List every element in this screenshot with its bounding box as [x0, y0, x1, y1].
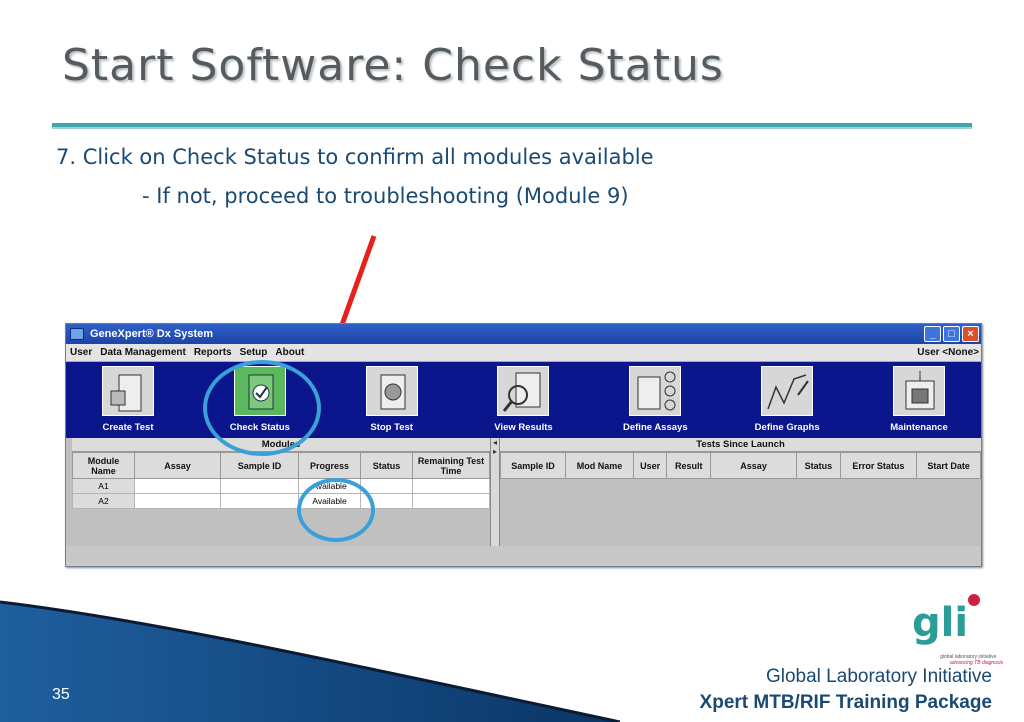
assay-cell	[134, 493, 221, 509]
define-assays-label: Define Assays	[623, 422, 688, 433]
sample-id-cell	[220, 493, 299, 509]
maintenance-icon	[892, 366, 945, 416]
available-highlight	[297, 478, 375, 542]
menu-bar: User Data Management Reports Setup About…	[66, 344, 981, 362]
create-test-button[interactable]: Create Test	[72, 366, 184, 438]
col-module-name[interactable]: Module Name	[72, 452, 135, 479]
define-graphs-label: Define Graphs	[754, 422, 820, 433]
define-graphs-button[interactable]: Define Graphs	[731, 366, 843, 438]
view-results-icon	[497, 366, 550, 416]
modules-pane: Modules Module Name Assay Sample ID Prog…	[72, 438, 490, 546]
col-assay[interactable]: Assay	[710, 452, 798, 479]
package-name: Xpert MTB/RIF Training Package	[699, 692, 992, 713]
organization-name: Global Laboratory Initiative	[765, 666, 992, 687]
instruction-note: - If not, proceed to troubleshooting (Mo…	[142, 184, 629, 208]
menu-about[interactable]: About	[275, 347, 304, 358]
col-assay[interactable]: Assay	[134, 452, 221, 479]
tests-table: Sample ID Mod Name User Result Assay Sta…	[499, 452, 981, 479]
minimize-icon[interactable]: _	[924, 326, 941, 342]
view-results-label: View Results	[494, 422, 553, 433]
close-icon[interactable]: ×	[962, 326, 979, 342]
col-user[interactable]: User	[632, 452, 668, 479]
menu-user[interactable]: User	[70, 347, 92, 358]
tests-pane: Tests Since Launch Sample ID Mod Name Us…	[499, 438, 981, 546]
menu-setup[interactable]: Setup	[240, 347, 268, 358]
menu-data-management[interactable]: Data Management	[100, 347, 186, 358]
remaining-time-cell	[412, 478, 490, 494]
tables-area: Modules Module Name Assay Sample ID Prog…	[66, 438, 981, 546]
slide-number: 35	[52, 686, 70, 703]
stop-test-label: Stop Test	[370, 422, 413, 433]
col-progress[interactable]: Progress	[298, 452, 361, 479]
menu-reports[interactable]: Reports	[194, 347, 232, 358]
genexpert-window: GeneXpert® Dx System _ □ × User Data Man…	[65, 323, 982, 567]
stop-test-button[interactable]: Stop Test	[336, 366, 448, 438]
col-result[interactable]: Result	[666, 452, 712, 479]
assay-cell	[134, 478, 221, 494]
bottom-swoosh-decoration	[0, 600, 620, 722]
tests-header: Tests Since Launch	[500, 438, 981, 452]
sample-id-cell	[220, 478, 299, 494]
col-error-status[interactable]: Error Status	[839, 452, 918, 479]
col-mod-name[interactable]: Mod Name	[565, 452, 634, 479]
col-status[interactable]: Status	[796, 452, 841, 479]
gli-logo-dot-icon	[968, 594, 980, 606]
pane-splitter[interactable]: ◂ ▸	[490, 438, 500, 546]
module-name-cell: A1	[72, 478, 135, 494]
title-divider	[52, 123, 972, 129]
window-title: GeneXpert® Dx System	[90, 328, 214, 340]
stop-test-icon	[365, 366, 418, 416]
remaining-time-cell	[412, 493, 490, 509]
create-test-icon	[102, 366, 154, 416]
define-graphs-icon	[761, 366, 814, 416]
maximize-icon[interactable]: □	[943, 326, 960, 342]
table-row[interactable]: A1 Available	[72, 478, 490, 494]
col-sample-id[interactable]: Sample ID	[220, 452, 299, 479]
col-remaining-time[interactable]: Remaining Test Time	[412, 452, 490, 479]
gli-logo: gli	[912, 600, 969, 646]
modules-table: Module Name Assay Sample ID Progress Sta…	[72, 452, 490, 509]
table-row[interactable]: A2 Available	[72, 493, 490, 509]
view-results-button[interactable]: View Results	[467, 366, 579, 438]
col-sample-id[interactable]: Sample ID	[499, 452, 567, 479]
define-assays-icon	[629, 366, 682, 416]
slide-title: Start Software: Check Status	[62, 40, 724, 91]
check-status-highlight	[203, 360, 321, 456]
app-logo-icon	[70, 328, 84, 340]
col-start-date[interactable]: Start Date	[916, 452, 981, 479]
module-name-cell: A2	[72, 493, 135, 509]
col-status[interactable]: Status	[360, 452, 413, 479]
maintenance-button[interactable]: Maintenance	[863, 366, 975, 438]
create-test-label: Create Test	[102, 422, 154, 433]
current-user-label: User <None>	[917, 347, 979, 358]
window-title-bar: GeneXpert® Dx System _ □ ×	[66, 324, 981, 344]
instruction-step: 7. Click on Check Status to confirm all …	[56, 145, 654, 169]
maintenance-label: Maintenance	[890, 422, 948, 433]
define-assays-button[interactable]: Define Assays	[599, 366, 711, 438]
